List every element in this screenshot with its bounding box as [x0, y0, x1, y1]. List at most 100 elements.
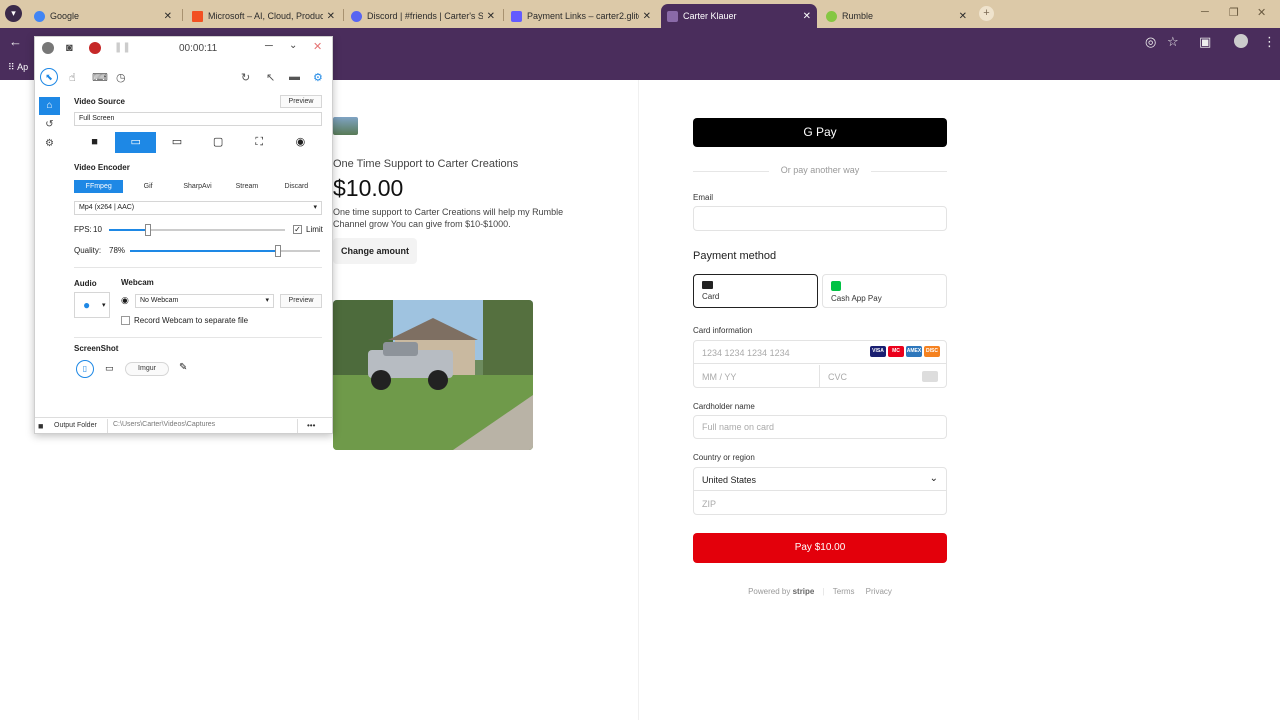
- close-icon[interactable]: ✕: [327, 11, 335, 22]
- tab-carter-klauer[interactable]: Carter Klauer ✕: [661, 4, 817, 28]
- cursor-icon[interactable]: ⬉: [40, 68, 58, 86]
- back-icon[interactable]: ←: [9, 34, 22, 49]
- timer-icon[interactable]: ◷: [116, 71, 126, 84]
- privacy-link[interactable]: Privacy: [866, 587, 892, 596]
- gamepad-source-icon[interactable]: ◉: [280, 132, 321, 153]
- collapse-icon[interactable]: ⌄: [289, 40, 297, 51]
- settings-icon[interactable]: ⚙: [313, 71, 323, 84]
- apps-bookmark[interactable]: ⠿ Ap: [8, 62, 28, 73]
- card-number-input[interactable]: 1234 1234 1234 1234 VISA MC AMEX DISC: [694, 341, 946, 364]
- tab-discord[interactable]: Discord | #friends | Carter's Site ✕: [345, 4, 501, 28]
- zip-input[interactable]: ZIP: [694, 492, 946, 515]
- close-icon[interactable]: ✕: [164, 11, 172, 22]
- payment-method-title: Payment method: [693, 250, 777, 262]
- pause-icon[interactable]: ❚❚: [114, 42, 131, 53]
- quality-slider[interactable]: [130, 245, 320, 257]
- app-menu-icon[interactable]: [42, 42, 54, 54]
- window-source-icon[interactable]: ▢: [198, 132, 239, 153]
- region-source-icon[interactable]: ⛶: [239, 132, 280, 153]
- change-amount-button[interactable]: Change amount: [333, 238, 417, 264]
- encoder-discard[interactable]: Discard: [272, 180, 321, 193]
- new-tab-icon[interactable]: +: [979, 6, 994, 21]
- star-icon[interactable]: ☆: [1167, 34, 1179, 50]
- pay-button[interactable]: Pay $10.00: [693, 533, 947, 563]
- record-icon[interactable]: [89, 42, 101, 54]
- camera-icon[interactable]: ◙: [66, 42, 73, 54]
- close-icon[interactable]: ✕: [643, 11, 651, 22]
- tab-title: Discord | #friends | Carter's Site: [367, 11, 483, 21]
- checkout-footer: Powered by stripe | Terms Privacy: [748, 587, 892, 596]
- clipboard-icon[interactable]: ▭: [105, 363, 114, 374]
- keyboard-icon[interactable]: ⌨: [92, 71, 108, 84]
- encoder-ffmpeg[interactable]: FFmpeg: [74, 180, 124, 193]
- webcam-select[interactable]: No Webcam ▾: [135, 294, 274, 308]
- audio-selector[interactable]: ● ▾: [74, 292, 110, 318]
- fps-slider[interactable]: [109, 224, 285, 236]
- tab-strip: ▾ Google ✕ Microsoft – AI, Cloud, Produc…: [0, 0, 1280, 28]
- folder-icon[interactable]: ■: [38, 421, 43, 431]
- tab-title: Microsoft – AI, Cloud, Productivi: [208, 11, 323, 21]
- tab-google[interactable]: Google ✕: [28, 4, 178, 28]
- card-number-placeholder: 1234 1234 1234 1234: [702, 348, 790, 358]
- video-source-field[interactable]: Full Screen: [74, 112, 322, 126]
- expiry-input[interactable]: MM / YY: [694, 365, 820, 388]
- encoder-stream[interactable]: Stream: [222, 180, 271, 193]
- click-icon[interactable]: ☝: [69, 71, 76, 84]
- cvc-input[interactable]: CVC: [820, 365, 946, 388]
- eye-slash-icon[interactable]: ◎: [1145, 34, 1156, 50]
- gear-icon[interactable]: ⚙: [39, 135, 60, 153]
- screenshot-file-icon[interactable]: ▯: [76, 360, 94, 378]
- minimize-icon[interactable]: ─: [1201, 6, 1209, 18]
- cardholder-input[interactable]: Full name on card: [693, 415, 947, 439]
- stripe-logo[interactable]: stripe: [793, 587, 815, 596]
- output-folder-label: Output Folder: [54, 422, 97, 429]
- close-icon[interactable]: ✕: [487, 11, 495, 22]
- imgur-button[interactable]: Imgur: [125, 362, 169, 376]
- codec-value: Mp4 (x264 | AAC): [79, 204, 135, 211]
- output-folder-path[interactable]: C:\Users\Carter\Videos\Captures: [107, 419, 298, 433]
- country-select[interactable]: United States ⌄: [694, 468, 946, 491]
- tab-payment-links[interactable]: Payment Links – carter2.glitch.n ✕: [505, 4, 657, 28]
- close-icon[interactable]: ✕: [803, 11, 811, 22]
- encoder-gif[interactable]: Gif: [123, 180, 172, 193]
- record-webcam-checkbox[interactable]: [121, 316, 130, 325]
- close-icon[interactable]: ✕: [313, 40, 322, 53]
- quality-value: 78%: [109, 246, 126, 255]
- close-icon[interactable]: ✕: [959, 11, 967, 22]
- codec-select[interactable]: Mp4 (x264 | AAC) ▾: [74, 201, 322, 215]
- method-cash-app[interactable]: Cash App Pay: [822, 274, 947, 308]
- extensions-icon[interactable]: ▣: [1199, 34, 1211, 50]
- screen-source-icon[interactable]: ▭: [115, 132, 157, 153]
- minimize-icon[interactable]: ─: [265, 40, 273, 52]
- preview-button[interactable]: Preview: [280, 95, 322, 108]
- history-icon[interactable]: ↺: [39, 116, 60, 134]
- tab-search-icon[interactable]: ▾: [5, 5, 22, 22]
- restore-icon[interactable]: ❐: [1229, 6, 1239, 19]
- google-pay-button[interactable]: G Pay: [693, 118, 947, 147]
- home-icon[interactable]: ⌂: [39, 97, 60, 115]
- method-card[interactable]: Card: [693, 274, 818, 308]
- encoder-sharpavi[interactable]: SharpAvi: [173, 180, 222, 193]
- quality-slider-knob[interactable]: [275, 245, 282, 257]
- source-type-row: ■ ▭ ▭ ▢ ⛶ ◉: [74, 132, 321, 153]
- limit-checkbox[interactable]: ✓: [293, 225, 302, 234]
- terms-link[interactable]: Terms: [833, 587, 855, 596]
- fps-slider-knob[interactable]: [144, 224, 151, 236]
- country-value: United States: [702, 475, 757, 485]
- more-options-button[interactable]: •••: [307, 421, 315, 430]
- close-window-icon[interactable]: ✕: [1257, 6, 1266, 19]
- pencil-icon[interactable]: ✎: [179, 362, 187, 373]
- profile-avatar[interactable]: [1234, 34, 1248, 48]
- refresh-icon[interactable]: ↻: [241, 71, 250, 84]
- page-icon: [667, 10, 678, 22]
- webcam-preview-button[interactable]: Preview: [280, 294, 322, 308]
- webcam-source-icon[interactable]: ■: [74, 132, 115, 153]
- email-field[interactable]: [693, 206, 947, 231]
- tab-title: Rumble: [842, 11, 874, 21]
- folder-icon[interactable]: ▬: [289, 71, 300, 83]
- kebab-menu-icon[interactable]: ⋮: [1263, 34, 1276, 50]
- microphone-icon: ●: [83, 298, 91, 312]
- tab-rumble[interactable]: Rumble ✕: [820, 4, 973, 28]
- tab-microsoft[interactable]: Microsoft – AI, Cloud, Productivi ✕: [186, 4, 341, 28]
- monitor-source-icon[interactable]: ▭: [156, 132, 197, 153]
